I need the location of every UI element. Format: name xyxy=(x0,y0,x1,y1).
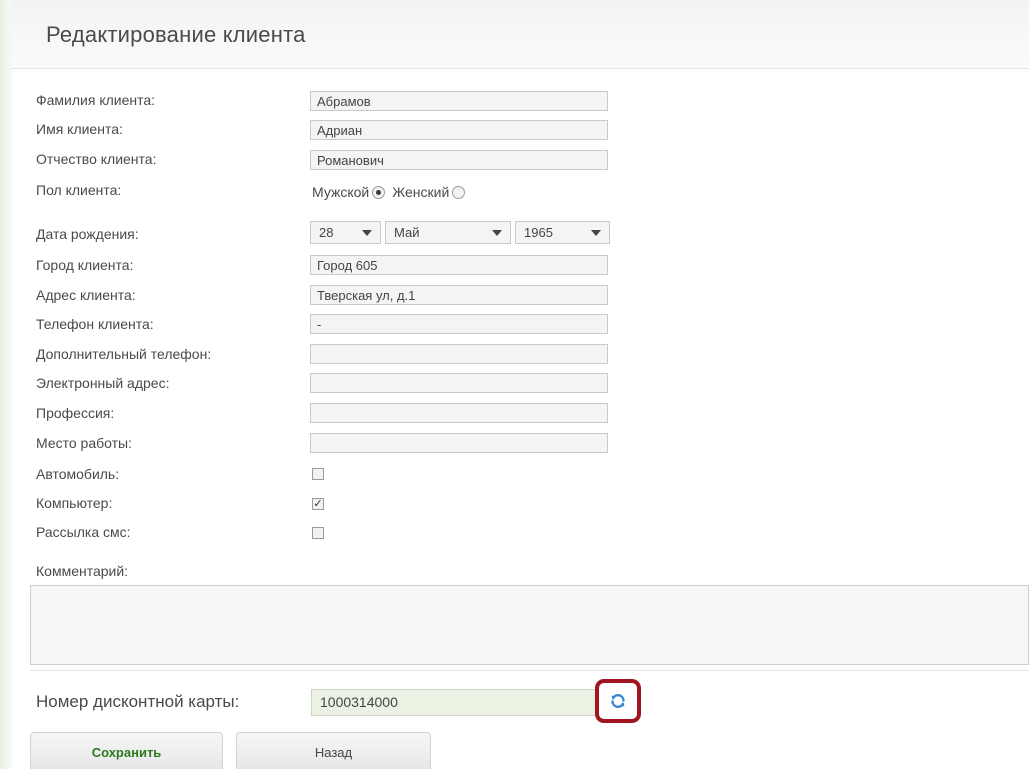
save-button[interactable]: Сохранить xyxy=(30,732,223,769)
birth-day-select[interactable]: 28 xyxy=(310,221,381,244)
birth-date-label: Дата рождения: xyxy=(36,226,139,242)
car-label: Автомобиль: xyxy=(36,466,120,482)
birth-month-select[interactable]: Май xyxy=(385,221,511,244)
left-decor-strip xyxy=(0,0,12,769)
extra-phone-label: Дополнительный телефон: xyxy=(36,346,212,362)
sms-checkbox[interactable] xyxy=(312,527,324,539)
computer-label: Компьютер: xyxy=(36,495,113,511)
extra-phone-input[interactable] xyxy=(310,344,608,364)
refresh-button[interactable] xyxy=(595,679,641,723)
car-checkbox[interactable] xyxy=(312,468,324,480)
first-name-label: Имя клиента: xyxy=(36,121,123,137)
gender-radio-group: Мужской Женский xyxy=(312,184,469,200)
discount-card-label: Номер дисконтной карты: xyxy=(36,692,240,711)
refresh-icon xyxy=(611,694,625,708)
phone-label: Телефон клиента: xyxy=(36,316,154,332)
city-input[interactable] xyxy=(310,255,608,275)
sms-label: Рассылка смс: xyxy=(36,524,131,540)
page-title: Редактирование клиента xyxy=(46,22,306,47)
comment-label: Комментарий: xyxy=(36,563,129,579)
phone-input[interactable] xyxy=(310,314,608,334)
computer-checkbox[interactable]: ✓ xyxy=(312,498,324,510)
discount-card-input[interactable]: 1000314000 xyxy=(311,689,601,716)
chevron-down-icon xyxy=(591,230,601,236)
gender-male-label: Мужской xyxy=(312,184,370,200)
profession-label: Профессия: xyxy=(36,405,115,421)
workplace-label: Место работы: xyxy=(36,435,132,451)
gender-male-radio[interactable] xyxy=(372,185,386,199)
last-name-input[interactable] xyxy=(310,91,608,111)
address-label: Адрес клиента: xyxy=(36,287,136,303)
birth-month-value: Май xyxy=(394,225,420,240)
workplace-input[interactable] xyxy=(310,433,608,453)
first-name-input[interactable] xyxy=(310,120,608,140)
profession-input[interactable] xyxy=(310,403,608,423)
patronymic-label: Отчество клиента: xyxy=(36,151,157,167)
page-header: Редактирование клиента xyxy=(12,0,1029,69)
comment-textarea[interactable] xyxy=(30,585,1029,665)
chevron-down-icon xyxy=(492,230,502,236)
gender-label: Пол клиента: xyxy=(36,182,122,198)
chevron-down-icon xyxy=(362,230,372,236)
address-input[interactable] xyxy=(310,285,608,305)
gender-female-label: Женский xyxy=(392,184,450,200)
city-label: Город клиента: xyxy=(36,257,134,273)
email-input[interactable] xyxy=(310,373,608,393)
email-label: Электронный адрес: xyxy=(36,375,170,391)
gender-female-radio[interactable] xyxy=(452,185,466,199)
back-button[interactable]: Назад xyxy=(236,732,431,769)
birth-year-value: 1965 xyxy=(524,225,553,240)
divider xyxy=(30,670,1029,671)
birth-year-select[interactable]: 1965 xyxy=(515,221,610,244)
last-name-label: Фамилия клиента: xyxy=(36,92,156,108)
patronymic-input[interactable] xyxy=(310,150,608,170)
edit-client-page: Редактирование клиента Фамилия клиента: … xyxy=(0,0,1029,769)
birth-day-value: 28 xyxy=(319,225,334,240)
